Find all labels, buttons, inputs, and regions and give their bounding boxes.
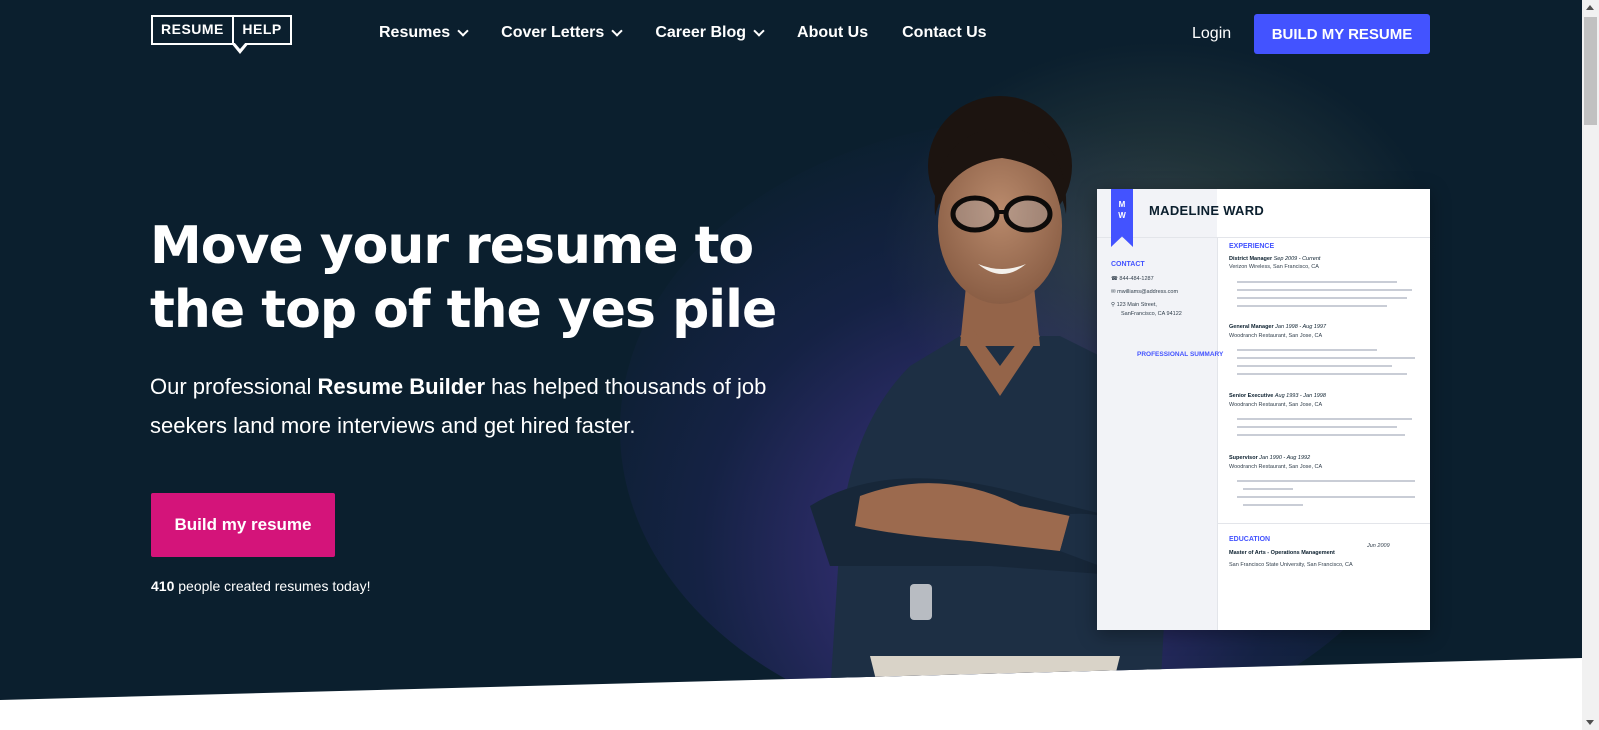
build-my-resume-nav-button[interactable]: BUILD MY RESUME (1254, 14, 1430, 54)
bullet-line (1237, 434, 1405, 436)
job-entry: Senior Executive Aug 1993 - Jan 1998 (1229, 392, 1326, 401)
nav-item-label: Contact Us (902, 24, 987, 41)
nav-item-about-us[interactable]: About Us (797, 24, 868, 42)
job-title: Senior Executive (1229, 393, 1274, 399)
login-link[interactable]: Login (1192, 25, 1231, 43)
resume-header-divider (1097, 237, 1430, 238)
resume-name: MADELINE WARD (1149, 203, 1265, 218)
bullet-line (1237, 480, 1415, 482)
bullet-line (1237, 496, 1415, 498)
email-value: mwilliams@address.com (1117, 289, 1179, 295)
contact-email: ✉ mwilliams@address.com (1111, 289, 1179, 295)
scrollbar-thumb[interactable] (1584, 17, 1597, 125)
bullet-line (1243, 504, 1303, 506)
contact-address: ⚲ 123 Main Street, (1111, 302, 1157, 308)
subtitle-text-start: Our professional (150, 374, 318, 399)
bullet-line (1237, 349, 1377, 351)
stat-text: people created resumes today! (174, 578, 371, 594)
nav-item-label: About Us (797, 24, 869, 41)
chevron-down-icon (753, 24, 765, 37)
logo-text-right: HELP (242, 21, 282, 37)
bullet-line (1237, 357, 1415, 359)
scroll-up-arrow-icon[interactable] (1586, 5, 1594, 10)
headline-line-2: the top of the yes pile (150, 280, 777, 340)
contact-phone: ☎ 844-484-1287 (1111, 276, 1154, 282)
initial-top: M (1118, 200, 1126, 209)
contact-heading: CONTACT (1111, 261, 1145, 268)
scroll-down-arrow-icon[interactable] (1586, 720, 1594, 725)
nav-item-label: Career Blog (655, 24, 747, 41)
job-company: Woodranch Restaurant, San Jose, CA (1229, 464, 1323, 470)
education-heading: EDUCATION (1229, 536, 1271, 543)
page: RESUME HELP Resumes Cover Letters Career (0, 0, 1599, 730)
contact-address-line-2: SanFrancisco, CA 94122 (1121, 311, 1182, 317)
nav-item-label: Cover Letters (501, 24, 605, 41)
job-title: Supervisor (1229, 455, 1258, 461)
page-scrollbar[interactable] (1582, 0, 1599, 730)
resume-builder-emphasis: Resume Builder (317, 374, 486, 399)
resume-help-logo[interactable]: RESUME HELP (151, 15, 292, 55)
headline-line-1: Move your resume to (150, 216, 754, 276)
job-entry: Supervisor Jan 1990 - Aug 1992 (1229, 454, 1310, 463)
job-title: District Manager (1229, 256, 1273, 262)
resumes-created-stat: 410 people created resumes today! (151, 578, 370, 594)
bullet-line (1243, 488, 1293, 490)
nav-item-resumes[interactable]: Resumes (379, 24, 469, 42)
education-divider (1217, 523, 1430, 524)
chevron-down-icon (457, 24, 469, 37)
bullet-line (1237, 297, 1407, 299)
bullet-line (1237, 418, 1412, 420)
job-dates: Jan 1998 - Aug 1997 (1275, 324, 1327, 330)
school-name: San Francisco State University, San Fran… (1229, 562, 1353, 568)
sample-resume-card: M W MADELINE WARD CONTACT ☎ 844-484-1287… (1097, 189, 1430, 630)
logo-text-left: RESUME (161, 21, 224, 37)
job-dates: Sep 2009 - Current (1273, 256, 1321, 262)
phone-value: 844-484-1287 (1119, 276, 1154, 282)
summary-heading: PROFESSIONAL SUMMARY (1137, 351, 1224, 358)
nav-item-career-blog[interactable]: Career Blog (655, 24, 765, 42)
build-my-resume-button[interactable]: Build my resume (151, 493, 335, 557)
resume-sidebar (1097, 189, 1217, 630)
bullet-line (1237, 426, 1397, 428)
hero-section: RESUME HELP Resumes Cover Letters Career (0, 0, 1582, 700)
job-title: General Manager (1229, 324, 1274, 330)
nav-item-contact-us[interactable]: Contact Us (902, 24, 986, 42)
stat-number: 410 (151, 578, 175, 594)
experience-heading: EXPERIENCE (1229, 243, 1275, 250)
main-menu: Resumes Cover Letters Career Blog About … (379, 24, 1021, 42)
job-company: Woodranch Restaurant, San Jose, CA (1229, 402, 1323, 408)
degree-title: Master of Arts - Operations Management (1229, 550, 1335, 556)
bullet-line (1237, 365, 1392, 367)
top-navigation: RESUME HELP Resumes Cover Letters Career (0, 0, 1582, 68)
logo-speech-tail-inner (234, 42, 246, 49)
initial-bottom: W (1118, 211, 1126, 220)
bullet-line (1237, 373, 1407, 375)
address-line-1: 123 Main Street, (1116, 302, 1157, 308)
logo-box: RESUME HELP (151, 15, 292, 45)
bullet-line (1237, 281, 1397, 283)
nav-item-cover-letters[interactable]: Cover Letters (501, 24, 623, 42)
chevron-down-icon (611, 24, 623, 37)
job-company: Verizon Wireless, San Francisco, CA (1229, 264, 1319, 270)
job-dates: Aug 1993 - Jan 1998 (1274, 393, 1326, 399)
degree-date: Jun 2009 (1367, 543, 1390, 549)
job-dates: Jan 1990 - Aug 1992 (1259, 455, 1311, 461)
bullet-line (1237, 289, 1412, 291)
nav-item-label: Resumes (379, 24, 451, 41)
hero-headline: Move your resume to the top of the yes p… (150, 214, 790, 342)
job-company: Woodranch Restaurant, San Jose, CA (1229, 333, 1323, 339)
job-entry: General Manager Jan 1998 - Aug 1997 (1229, 323, 1326, 332)
hero-subtitle: Our professional Resume Builder has help… (150, 367, 770, 445)
resume-column-divider (1217, 237, 1218, 630)
bullet-line (1237, 305, 1387, 307)
